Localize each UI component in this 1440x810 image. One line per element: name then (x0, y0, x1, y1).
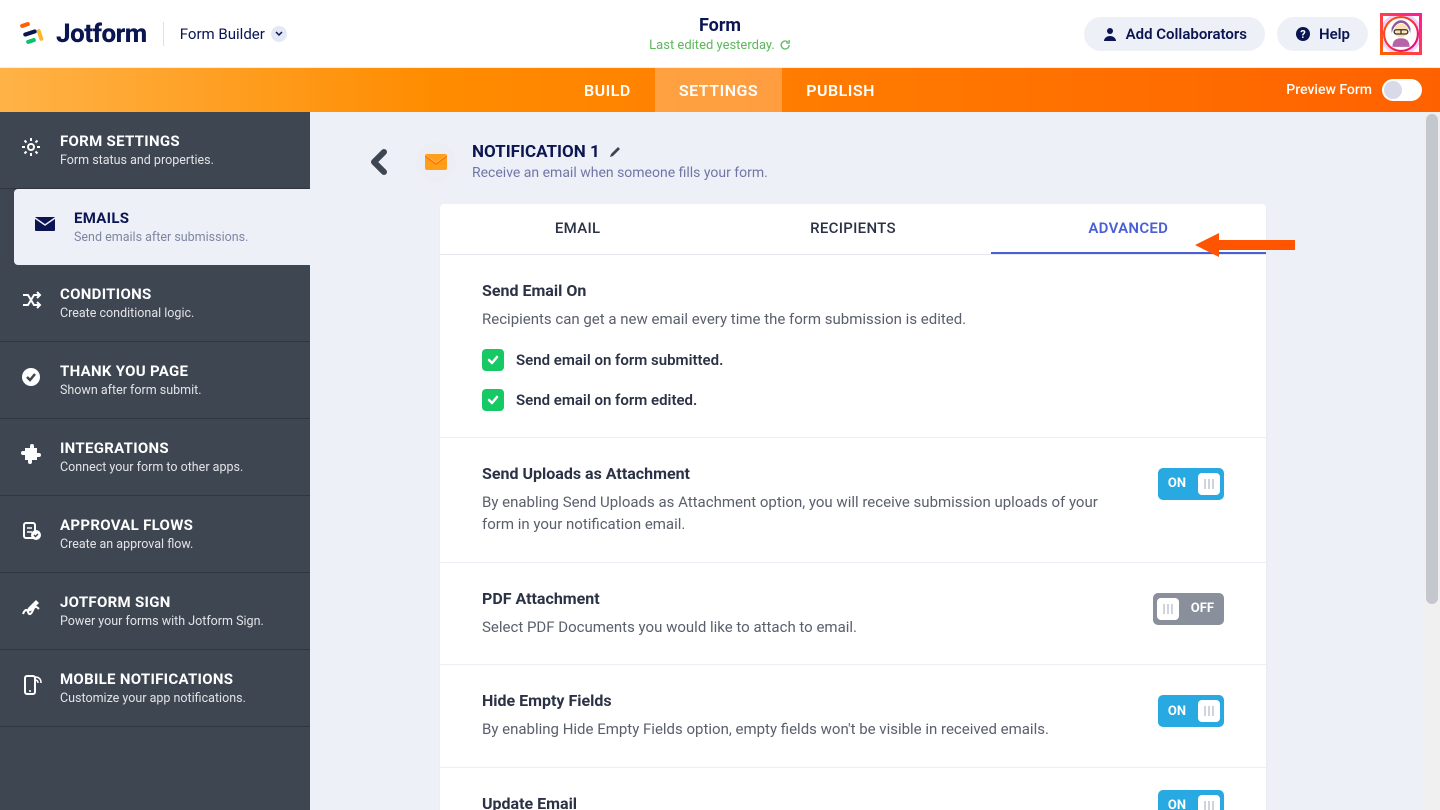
last-edited-label: Last edited yesterday. (649, 38, 791, 53)
signature-icon (18, 595, 44, 621)
sidebar-item-jotform-sign[interactable]: JOTFORM SIGNPower your forms with Jotfor… (0, 573, 310, 650)
brand-name: Jotform (56, 19, 147, 49)
gear-icon (18, 134, 44, 160)
main-nav: BUILD SETTINGS PUBLISH Preview Form (0, 68, 1440, 112)
back-button[interactable] (370, 142, 390, 180)
content-area: NOTIFICATION 1 Receive an email when som… (310, 112, 1440, 810)
section-title: Send Email On (482, 281, 1224, 300)
checkbox-edited[interactable] (482, 389, 504, 411)
mobile-icon (18, 672, 44, 698)
main-layout: FORM SETTINGSForm status and properties.… (0, 112, 1440, 810)
section-desc: Recipients can get a new email every tim… (482, 308, 1102, 331)
checkbox-submitted[interactable] (482, 349, 504, 371)
sidebar-item-approval-flows[interactable]: APPROVAL FLOWSCreate an approval flow. (0, 496, 310, 573)
divider (163, 22, 164, 46)
top-header: Jotform Form Builder Form Last edited ye… (0, 0, 1440, 68)
chevron-left-icon (370, 148, 390, 176)
scrollbar-thumb[interactable] (1426, 114, 1438, 604)
clipboard-check-icon (18, 518, 44, 544)
svg-text:?: ? (1300, 28, 1306, 41)
panel-header: NOTIFICATION 1 Receive an email when som… (370, 142, 1440, 182)
toggle-update-email[interactable]: ON (1158, 790, 1224, 810)
checkbox-label: Send email on form edited. (516, 391, 697, 409)
section-update-email: Update Email ON (440, 768, 1266, 810)
checkbox-row-submitted: Send email on form submitted. (482, 349, 1224, 371)
section-title: Update Email (482, 794, 1224, 810)
form-title-block: Form Last edited yesterday. (649, 15, 791, 53)
tab-settings[interactable]: SETTINGS (655, 68, 782, 112)
section-desc: By enabling Hide Empty Fields option, em… (482, 718, 1102, 741)
section-title: PDF Attachment (482, 589, 1224, 608)
preview-label: Preview Form (1286, 82, 1372, 98)
toggle-uploads-attachment[interactable]: ON (1158, 468, 1224, 500)
jotform-logo-icon (18, 19, 48, 49)
tab-build[interactable]: BUILD (560, 68, 655, 112)
settings-sidebar: FORM SETTINGSForm status and properties.… (0, 112, 310, 810)
checkbox-label: Send email on form submitted. (516, 351, 723, 369)
check-icon (486, 393, 500, 407)
sidebar-item-integrations[interactable]: INTEGRATIONSConnect your form to other a… (0, 419, 310, 496)
sidebar-item-conditions[interactable]: CONDITIONSCreate conditional logic. (0, 265, 310, 342)
section-title: Hide Empty Fields (482, 691, 1224, 710)
help-button[interactable]: ? Help (1277, 17, 1368, 51)
section-send-email-on: Send Email On Recipients can get a new e… (440, 255, 1266, 438)
section-hide-empty: Hide Empty Fields By enabling Hide Empty… (440, 665, 1266, 768)
inner-tabs: EMAIL RECIPIENTS ADVANCED (440, 204, 1266, 255)
preview-toggle-group: Preview Form (1286, 79, 1440, 101)
header-actions: Add Collaborators ? Help (1084, 13, 1422, 55)
shuffle-icon (18, 287, 44, 313)
brand-logo[interactable]: Jotform (18, 19, 147, 49)
inner-tab-recipients[interactable]: RECIPIENTS (715, 204, 990, 254)
checkbox-row-edited: Send email on form edited. (482, 389, 1224, 411)
toggle-hide-empty[interactable]: ON (1158, 695, 1224, 727)
toggle-knob (1198, 795, 1220, 810)
section-uploads-attachment: Send Uploads as Attachment By enabling S… (440, 438, 1266, 563)
person-icon (1102, 26, 1118, 42)
section-pdf-attachment: PDF Attachment Select PDF Documents you … (440, 563, 1266, 666)
avatar-icon (1383, 13, 1419, 55)
dropdown-label: Form Builder (180, 25, 265, 43)
page-title: Form (649, 15, 791, 36)
section-title: Send Uploads as Attachment (482, 464, 1224, 483)
puzzle-icon (18, 441, 44, 467)
toggle-pdf-attachment[interactable]: OFF (1153, 593, 1224, 625)
preview-toggle[interactable] (1382, 79, 1422, 101)
nav-tabs: BUILD SETTINGS PUBLISH (560, 68, 899, 112)
tab-publish[interactable]: PUBLISH (782, 68, 899, 112)
settings-card: EMAIL RECIPIENTS ADVANCED Send Email On … (440, 204, 1266, 810)
sidebar-item-emails[interactable]: EMAILSSend emails after submissions. (14, 189, 310, 265)
notification-icon (416, 142, 456, 182)
notification-title: NOTIFICATION 1 (472, 142, 600, 162)
check-icon (486, 353, 500, 367)
builder-dropdown[interactable]: Form Builder (180, 25, 287, 43)
mail-icon (32, 211, 58, 237)
help-icon: ? (1295, 26, 1311, 42)
pencil-icon[interactable] (608, 145, 622, 159)
refresh-icon (779, 39, 791, 51)
user-avatar[interactable] (1380, 13, 1422, 55)
toggle-knob (1198, 473, 1220, 495)
sidebar-item-thank-you[interactable]: THANK YOU PAGEShown after form submit. (0, 342, 310, 419)
inner-tab-email[interactable]: EMAIL (440, 204, 715, 254)
sidebar-item-form-settings[interactable]: FORM SETTINGSForm status and properties. (0, 112, 310, 189)
sidebar-item-mobile-notifications[interactable]: MOBILE NOTIFICATIONSCustomize your app n… (0, 650, 310, 727)
toggle-knob (1198, 700, 1220, 722)
inner-tab-advanced[interactable]: ADVANCED (991, 204, 1266, 254)
toggle-knob (1157, 598, 1179, 620)
chevron-down-icon (271, 26, 287, 42)
check-circle-icon (18, 364, 44, 390)
section-desc: By enabling Send Uploads as Attachment o… (482, 491, 1102, 536)
notification-subtitle: Receive an email when someone fills your… (472, 165, 768, 181)
section-desc: Select PDF Documents you would like to a… (482, 616, 1102, 639)
add-collaborators-button[interactable]: Add Collaborators (1084, 17, 1265, 51)
